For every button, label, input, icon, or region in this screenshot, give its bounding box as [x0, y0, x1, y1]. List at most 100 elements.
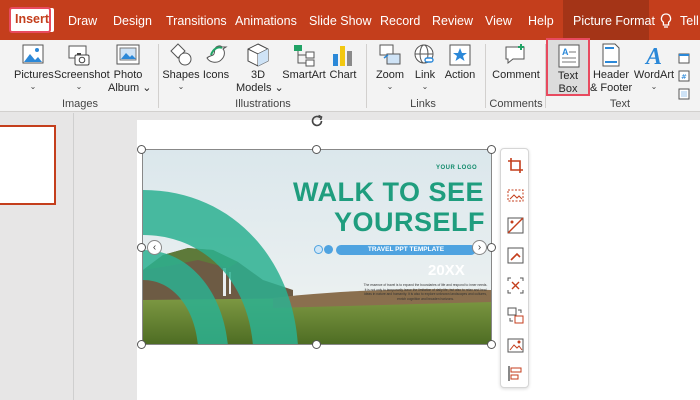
cube-icon — [247, 43, 269, 67]
header-footer-label-2: & Footer — [590, 82, 633, 94]
photo-album-button[interactable]: Photo Album ⌄ — [108, 42, 152, 95]
shapes-label: Shapes — [162, 69, 200, 81]
group-label-images: Images — [61, 98, 99, 110]
photo-album-icon — [116, 44, 140, 65]
screenshot-label: Screenshot — [54, 69, 110, 81]
chevron-right-icon[interactable]: › — [472, 240, 487, 255]
slide-thumbnail-pane — [0, 113, 74, 400]
rotate-handle-icon[interactable] — [309, 113, 325, 129]
tab-tell-me[interactable]: Tell — [680, 0, 699, 40]
photo-album-label-1: Photo — [113, 69, 143, 81]
tab-transitions[interactable]: Transitions — [166, 0, 227, 40]
tab-review[interactable]: Review — [432, 0, 473, 40]
svg-text:A: A — [644, 44, 662, 68]
comment-button[interactable]: Comment — [490, 42, 542, 82]
tab-draw[interactable]: Draw — [68, 0, 97, 40]
slide-dot-filled — [324, 245, 333, 254]
text-box-label-2: Box — [558, 83, 578, 95]
slide-subtitle-pill: TRAVEL PPT TEMPLATE — [336, 245, 476, 255]
slide-thumbnail[interactable] — [0, 125, 56, 205]
remove-background-icon[interactable] — [507, 187, 524, 204]
chevron-down-icon: ⌄ — [177, 82, 185, 91]
slide-title-line1: WALK TO SEE — [293, 177, 485, 207]
group-divider — [158, 44, 159, 108]
resize-handle-top[interactable] — [312, 145, 321, 154]
chevron-left-icon[interactable]: ‹ — [147, 240, 162, 255]
resize-handle-left[interactable] — [137, 243, 146, 252]
action-button[interactable]: Action — [442, 42, 478, 82]
screenshot-button[interactable]: Screenshot ⌄ — [54, 42, 110, 91]
tab-design[interactable]: Design — [113, 0, 152, 40]
object-icon[interactable] — [678, 88, 690, 100]
resize-handle-top-right[interactable] — [487, 145, 496, 154]
slide-paragraph: The essence of travel is to expand the b… — [363, 283, 488, 301]
pictures-button[interactable]: Pictures ⌄ — [14, 42, 54, 91]
zoom-label: Zoom — [375, 69, 405, 81]
chart-button[interactable]: Chart — [328, 42, 358, 82]
pictures-label: Pictures — [14, 69, 54, 81]
picture-effects-icon[interactable] — [507, 277, 524, 294]
link-button[interactable]: Link ⌄ — [410, 42, 440, 91]
wordart-label: WordArt — [633, 69, 675, 81]
align-icon[interactable] — [507, 365, 524, 382]
resize-handle-bottom-right[interactable] — [487, 340, 496, 349]
selected-picture[interactable]: YOUR LOGO WALK TO SEE YOURSELF TRAVEL PP… — [142, 149, 492, 345]
change-picture-icon[interactable] — [507, 307, 524, 324]
corrections-icon[interactable] — [507, 217, 524, 234]
svg-text:#: # — [681, 73, 687, 81]
tab-insert[interactable]: Insert — [10, 8, 55, 32]
wordart-icon: A — [644, 44, 662, 68]
text-box-label-1: Text — [557, 70, 579, 82]
text-box-icon: A — [558, 44, 580, 68]
crop-icon[interactable] — [507, 157, 524, 174]
action-label: Action — [444, 69, 476, 81]
lightbulb-icon[interactable] — [660, 13, 672, 29]
slide-title-line2: YOURSELF — [334, 207, 486, 237]
3d-label-1: 3D — [250, 69, 266, 81]
comment-label: Comment — [492, 69, 540, 81]
tab-picture-format[interactable]: Picture Format — [573, 0, 655, 40]
group-divider — [366, 44, 367, 108]
link-icon — [414, 44, 434, 64]
resize-handle-bottom-left[interactable] — [137, 340, 146, 349]
icons-button[interactable]: Icons — [200, 42, 232, 82]
camera-icon — [68, 45, 90, 66]
tab-view[interactable]: View — [485, 0, 512, 40]
smartart-button[interactable]: SmartArt — [281, 42, 327, 82]
smartart-icon — [294, 45, 315, 67]
tab-animations[interactable]: Animations — [235, 0, 297, 40]
wordart-button[interactable]: A WordArt ⌄ — [632, 42, 676, 91]
header-footer-button[interactable]: Header & Footer — [590, 42, 632, 95]
tab-record[interactable]: Record — [380, 0, 420, 40]
slide-dot-outline — [314, 245, 323, 254]
slide-number-icon[interactable]: # — [678, 70, 690, 82]
resize-handle-top-left[interactable] — [137, 145, 146, 154]
resize-handle-bottom[interactable] — [312, 340, 321, 349]
alt-text-icon[interactable] — [507, 337, 524, 354]
zoom-button[interactable]: Zoom ⌄ — [372, 42, 408, 91]
resize-handle-right[interactable] — [487, 243, 496, 252]
3d-label-2: Models ⌄ — [236, 82, 284, 94]
smartart-label: SmartArt — [282, 69, 326, 81]
pictures-icon — [22, 44, 44, 64]
3d-models-button[interactable]: 3D Models ⌄ — [236, 42, 284, 95]
group-label-comments: Comments — [489, 98, 543, 110]
artistic-effects-icon[interactable] — [507, 247, 524, 264]
picture-quick-toolbar — [500, 148, 529, 388]
tab-slide-show[interactable]: Slide Show — [309, 0, 372, 40]
group-label-links: Links — [410, 98, 436, 110]
date-time-icon[interactable] — [678, 52, 690, 64]
group-divider — [485, 44, 486, 108]
tab-help[interactable]: Help — [528, 0, 554, 40]
photo-album-label-2-text: Album — [108, 82, 140, 94]
ribbon-insert: Pictures ⌄ Screenshot ⌄ Photo Album ⌄ Im… — [0, 40, 700, 112]
link-label: Link — [414, 69, 436, 81]
shapes-button[interactable]: Shapes ⌄ — [162, 42, 200, 91]
comment-icon — [505, 44, 525, 65]
svg-text:A: A — [562, 47, 569, 57]
group-label-text: Text — [609, 98, 631, 110]
group-label-illustrations: Illustrations — [235, 98, 291, 110]
header-footer-label-1: Header — [592, 69, 630, 81]
photo-album-label-2: Album ⌄ — [108, 82, 152, 94]
text-box-button[interactable]: A Text Box — [546, 38, 590, 96]
